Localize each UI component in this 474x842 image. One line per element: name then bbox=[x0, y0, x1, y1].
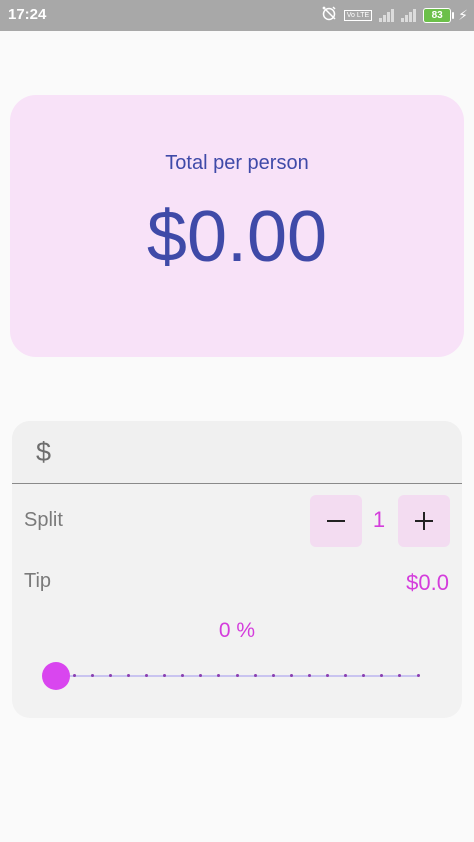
slider-tick bbox=[271, 674, 275, 677]
slider-tick bbox=[380, 674, 384, 677]
tip-amount: $0.0 bbox=[406, 570, 449, 595]
slider-tick bbox=[307, 674, 311, 677]
total-per-person-label: Total per person bbox=[165, 152, 309, 174]
slider-thumb[interactable] bbox=[42, 662, 70, 690]
bill-amount-input[interactable] bbox=[64, 431, 448, 475]
dollar-prefix: $ bbox=[36, 437, 52, 467]
split-decrement-button[interactable] bbox=[310, 495, 362, 547]
slider-tick bbox=[108, 674, 112, 677]
signal-icon bbox=[379, 8, 395, 22]
slider-tick bbox=[199, 674, 203, 677]
split-increment-button[interactable] bbox=[398, 495, 450, 547]
slider-tick bbox=[416, 674, 420, 677]
slider-tick bbox=[344, 674, 348, 677]
slider-tick bbox=[145, 674, 148, 677]
bill-input-card: $ Split 1 Tip $0.0 0 % bbox=[12, 421, 462, 718]
slider-ticks bbox=[56, 674, 420, 678]
status-time: 17:24 bbox=[8, 6, 47, 23]
signal-icon-secondary bbox=[401, 8, 417, 22]
status-bar: 17:24 Vo LTE 83 ⚡ bbox=[0, 0, 474, 31]
slider-tick bbox=[235, 674, 239, 677]
slider-tick bbox=[126, 674, 130, 677]
total-per-person-amount: $0.00 bbox=[146, 197, 328, 277]
slider-tick bbox=[217, 674, 221, 677]
tip-slider[interactable] bbox=[42, 661, 432, 691]
minus-icon bbox=[327, 520, 345, 522]
volte-icon: Vo LTE bbox=[343, 9, 373, 21]
slider-tick bbox=[90, 674, 94, 677]
slider-tick bbox=[253, 674, 257, 677]
slider-tick bbox=[362, 674, 366, 677]
battery-icon: 83 bbox=[423, 7, 455, 23]
split-label: Split bbox=[24, 509, 63, 531]
charging-bolt-icon: ⚡ bbox=[458, 6, 468, 23]
alarm-off-icon bbox=[321, 5, 337, 26]
split-count: 1 bbox=[372, 507, 386, 532]
slider-tick bbox=[72, 674, 76, 677]
slider-tick bbox=[398, 674, 402, 677]
bill-amount-field[interactable]: $ bbox=[12, 421, 462, 484]
status-icons: Vo LTE 83 ⚡ bbox=[321, 5, 468, 25]
slider-tick bbox=[163, 674, 167, 677]
slider-tick bbox=[326, 674, 329, 677]
tip-percent: 0 % bbox=[218, 619, 256, 642]
slider-tick bbox=[289, 674, 293, 677]
slider-tick bbox=[181, 674, 185, 677]
tip-label: Tip bbox=[24, 570, 52, 592]
total-per-person-card: Total per person $0.00 bbox=[10, 95, 464, 357]
